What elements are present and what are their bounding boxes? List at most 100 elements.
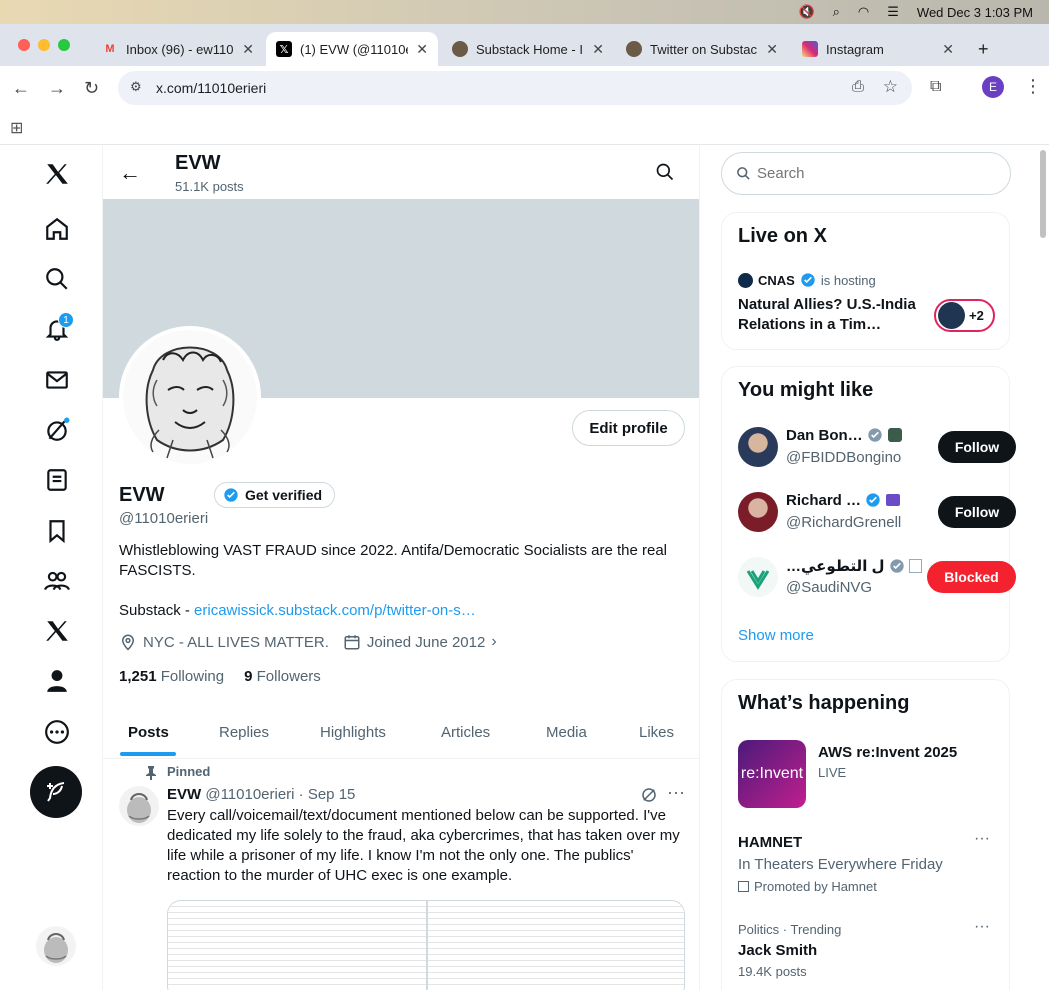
tab-articles[interactable]: Articles bbox=[441, 706, 490, 759]
communities-icon[interactable] bbox=[40, 564, 74, 598]
address-bar[interactable]: ⚙ x.com/11010erieri ⎙ ☆ bbox=[118, 71, 912, 105]
close-tab-icon[interactable]: ✕ bbox=[242, 41, 254, 58]
bookmarks-icon[interactable] bbox=[40, 514, 74, 548]
new-tab-button[interactable]: + bbox=[968, 32, 998, 66]
live-speakers[interactable]: +2 bbox=[934, 299, 995, 332]
active-tab-indicator bbox=[120, 752, 176, 756]
close-tab-icon[interactable]: ✕ bbox=[592, 41, 604, 58]
trend-event[interactable]: re:Invent AWS re:Invent 2025 LIVE bbox=[722, 734, 1011, 814]
search-box[interactable] bbox=[721, 152, 1011, 195]
promoted-trend[interactable]: HAMNET In Theaters Everywhere Friday Pro… bbox=[722, 828, 1011, 898]
lens-search-icon[interactable]: ⧉ bbox=[930, 78, 941, 96]
spotlight-icon[interactable]: ⌕ bbox=[833, 4, 840, 20]
x-logo-icon[interactable] bbox=[40, 157, 74, 191]
explore-search-icon[interactable] bbox=[40, 262, 74, 296]
apps-grid-icon[interactable]: ⊞ bbox=[10, 118, 23, 138]
forward-arrow-icon[interactable]: → bbox=[48, 78, 66, 99]
close-tab-icon[interactable]: ✕ bbox=[416, 41, 428, 58]
post-text: Every call/voicemail/text/document menti… bbox=[167, 807, 680, 884]
verified-badge-icon bbox=[866, 493, 881, 507]
follow-button[interactable]: Follow bbox=[938, 496, 1016, 528]
suggestion-item[interactable]: Dan Bon… @FBIDDBongino Follow bbox=[722, 419, 1016, 483]
more-options-icon[interactable]: ··· bbox=[974, 830, 990, 848]
site-info-icon[interactable]: ⚙ bbox=[130, 79, 142, 95]
grok-icon[interactable] bbox=[40, 413, 74, 447]
event-status: LIVE bbox=[818, 765, 847, 780]
more-options-icon[interactable]: ··· bbox=[974, 918, 990, 936]
followers-link[interactable]: 9 Followers bbox=[244, 668, 321, 685]
clock[interactable]: Wed Dec 3 1:03 PM bbox=[917, 5, 1033, 20]
minimize-window-button[interactable] bbox=[38, 39, 50, 51]
suggestion-item[interactable]: …ل التطوعي @SaudiNVG Blocked bbox=[722, 549, 1016, 613]
more-options-icon[interactable] bbox=[40, 715, 74, 749]
browser-tab-instagram[interactable]: Instagram ✕ bbox=[792, 32, 964, 66]
show-more-link[interactable]: Show more bbox=[738, 627, 814, 644]
post-more-icon[interactable]: ··· bbox=[667, 782, 685, 803]
post-author-name[interactable]: EVW bbox=[167, 786, 201, 803]
left-navigation: 1 bbox=[0, 146, 102, 990]
wifi-icon[interactable]: ◠ bbox=[858, 4, 869, 20]
gmail-icon: M bbox=[105, 43, 115, 55]
pinned-post[interactable]: Pinned EVW @11010erieri · Sep 15 ··· Eve… bbox=[103, 760, 699, 990]
tab-media[interactable]: Media bbox=[546, 706, 587, 759]
home-icon[interactable] bbox=[40, 212, 74, 246]
following-link[interactable]: 1,251 Following bbox=[119, 668, 224, 685]
control-center-icon[interactable]: ☰ bbox=[887, 4, 899, 20]
close-tab-icon[interactable]: ✕ bbox=[942, 41, 954, 58]
close-tab-icon[interactable]: ✕ bbox=[766, 41, 778, 58]
profile-main-column: ← EVW 51.1K posts Edit profile EVW Get v… bbox=[102, 146, 700, 990]
browser-tab-substack-twitter[interactable]: Twitter on Substac ✕ bbox=[616, 32, 788, 66]
live-event-title[interactable]: Natural Allies? U.S.-India Relations in … bbox=[738, 295, 923, 335]
post-handle-date[interactable]: @11010erieri · Sep 15 bbox=[205, 786, 355, 803]
profile-avatar[interactable]: E bbox=[982, 76, 1004, 98]
install-app-icon[interactable]: ⎙ bbox=[852, 78, 864, 95]
suggestion-item[interactable]: Richard … @RichardGrenell Follow bbox=[722, 484, 1016, 548]
pin-icon bbox=[146, 766, 156, 780]
instagram-icon bbox=[802, 41, 818, 57]
profile-meta: NYC - ALL LIVES MATTER. Joined June 2012… bbox=[119, 633, 497, 651]
browser-tab-strip: M Inbox (96) - ew110 ✕ 𝕏 (1) EVW (@11010… bbox=[0, 24, 1049, 66]
back-arrow-icon[interactable]: ← bbox=[12, 78, 30, 99]
profile-header-bar: ← EVW 51.1K posts bbox=[103, 146, 699, 199]
messages-icon[interactable] bbox=[40, 363, 74, 397]
back-arrow-icon[interactable]: ← bbox=[119, 160, 141, 186]
tab-highlights[interactable]: Highlights bbox=[320, 706, 386, 759]
trend-item[interactable]: Politics · Trending Jack Smith 19.4K pos… bbox=[722, 916, 1011, 982]
browser-tab-x[interactable]: 𝕏 (1) EVW (@11010e ✕ bbox=[266, 32, 438, 66]
lists-icon[interactable] bbox=[40, 463, 74, 497]
blocked-button[interactable]: Blocked bbox=[927, 561, 1016, 593]
bookmarks-bar: ⊞ bbox=[0, 110, 1049, 145]
search-icon[interactable] bbox=[655, 162, 675, 187]
bookmark-star-icon[interactable]: ☆ bbox=[883, 77, 898, 97]
calendar-icon bbox=[344, 635, 360, 650]
notifications-bell-icon[interactable]: 1 bbox=[40, 312, 74, 346]
edit-profile-button[interactable]: Edit profile bbox=[572, 410, 685, 446]
search-input[interactable] bbox=[757, 165, 987, 182]
profile-person-icon[interactable] bbox=[40, 664, 74, 698]
get-verified-button[interactable]: Get verified bbox=[214, 482, 336, 508]
verified-badge-icon bbox=[224, 488, 238, 502]
tab-likes[interactable]: Likes bbox=[639, 706, 674, 759]
trend-title: Jack Smith bbox=[738, 942, 818, 959]
browser-tab-gmail[interactable]: M Inbox (96) - ew110 ✕ bbox=[92, 32, 264, 66]
chevron-right-icon[interactable]: › bbox=[491, 633, 496, 651]
post-image[interactable] bbox=[167, 900, 685, 990]
bio-substack-link[interactable]: ericawissick.substack.com/p/twitter-on-s… bbox=[194, 602, 476, 619]
browser-tab-substack[interactable]: Substack Home - I ✕ bbox=[442, 32, 614, 66]
profile-avatar[interactable] bbox=[119, 326, 261, 468]
promoted-icon bbox=[738, 881, 749, 892]
premium-x-icon[interactable] bbox=[40, 614, 74, 648]
compose-post-button[interactable] bbox=[30, 766, 82, 818]
tab-replies[interactable]: Replies bbox=[219, 706, 269, 759]
reload-icon[interactable]: ↻ bbox=[84, 78, 99, 99]
who-to-follow-card: You might like Dan Bon… @FBIDDBongino Fo… bbox=[721, 366, 1016, 662]
zoom-window-button[interactable] bbox=[58, 39, 70, 51]
scrollbar-thumb[interactable] bbox=[1040, 150, 1046, 238]
event-title: AWS re:Invent 2025 bbox=[818, 744, 958, 761]
post-author-avatar[interactable] bbox=[119, 786, 159, 826]
account-avatar[interactable] bbox=[36, 926, 76, 966]
browser-menu-icon[interactable]: ⋮ bbox=[1024, 76, 1042, 97]
follow-button[interactable]: Follow bbox=[938, 431, 1016, 463]
mute-icon[interactable]: 🔇 bbox=[798, 4, 814, 20]
close-window-button[interactable] bbox=[18, 39, 30, 51]
